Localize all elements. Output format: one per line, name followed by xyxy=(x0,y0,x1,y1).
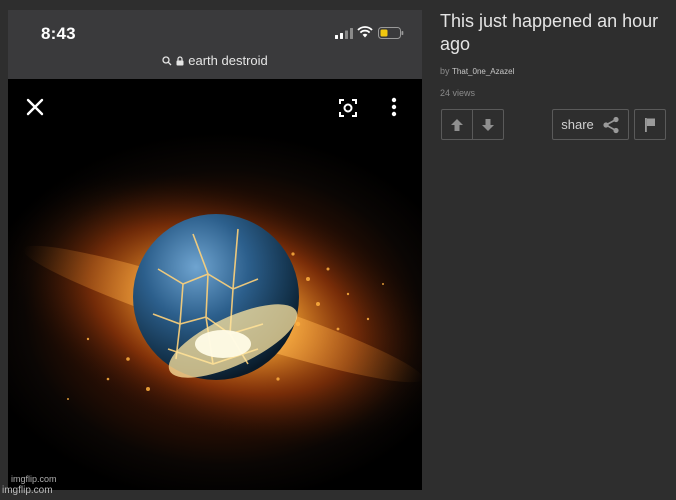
phone-status-area: 8:43 earth destroid xyxy=(8,10,422,79)
vote-buttons xyxy=(441,109,504,140)
post-title: This just happened an hour ago xyxy=(440,11,659,54)
share-label: share xyxy=(561,117,594,132)
exploding-earth-art xyxy=(8,166,422,452)
site-watermark: imgflip.com xyxy=(2,485,53,496)
signal-icon xyxy=(335,28,353,39)
share-button[interactable]: share xyxy=(552,109,629,140)
lens-icon[interactable] xyxy=(338,98,358,118)
status-clock: 8:43 xyxy=(41,24,76,43)
share-icon xyxy=(603,116,619,133)
url-bar: earth destroid xyxy=(8,53,422,68)
exploding-earth-photo: imgflip.com xyxy=(8,79,422,490)
by-label: by xyxy=(440,66,450,76)
search-icon xyxy=(162,56,172,66)
downvote-button[interactable] xyxy=(472,110,503,139)
battery-icon xyxy=(378,27,404,39)
image-watermark: imgflip.com xyxy=(11,474,57,484)
more-vertical-icon[interactable] xyxy=(390,97,398,117)
downvote-icon xyxy=(482,118,494,131)
upvote-icon xyxy=(451,118,463,131)
wifi-icon xyxy=(357,26,373,38)
lock-icon xyxy=(176,56,184,66)
url-text: earth destroid xyxy=(188,53,268,68)
flag-icon xyxy=(645,117,655,132)
view-count: 24 views xyxy=(440,88,476,98)
upvote-button[interactable] xyxy=(442,110,472,139)
meme-image[interactable]: 8:43 earth destroid imgflip.com xyxy=(8,10,422,490)
byline: by That_0ne_Azazel xyxy=(440,66,514,76)
author-link[interactable]: That_0ne_Azazel xyxy=(452,67,514,76)
close-icon[interactable] xyxy=(26,98,44,116)
flag-button[interactable] xyxy=(634,109,666,140)
